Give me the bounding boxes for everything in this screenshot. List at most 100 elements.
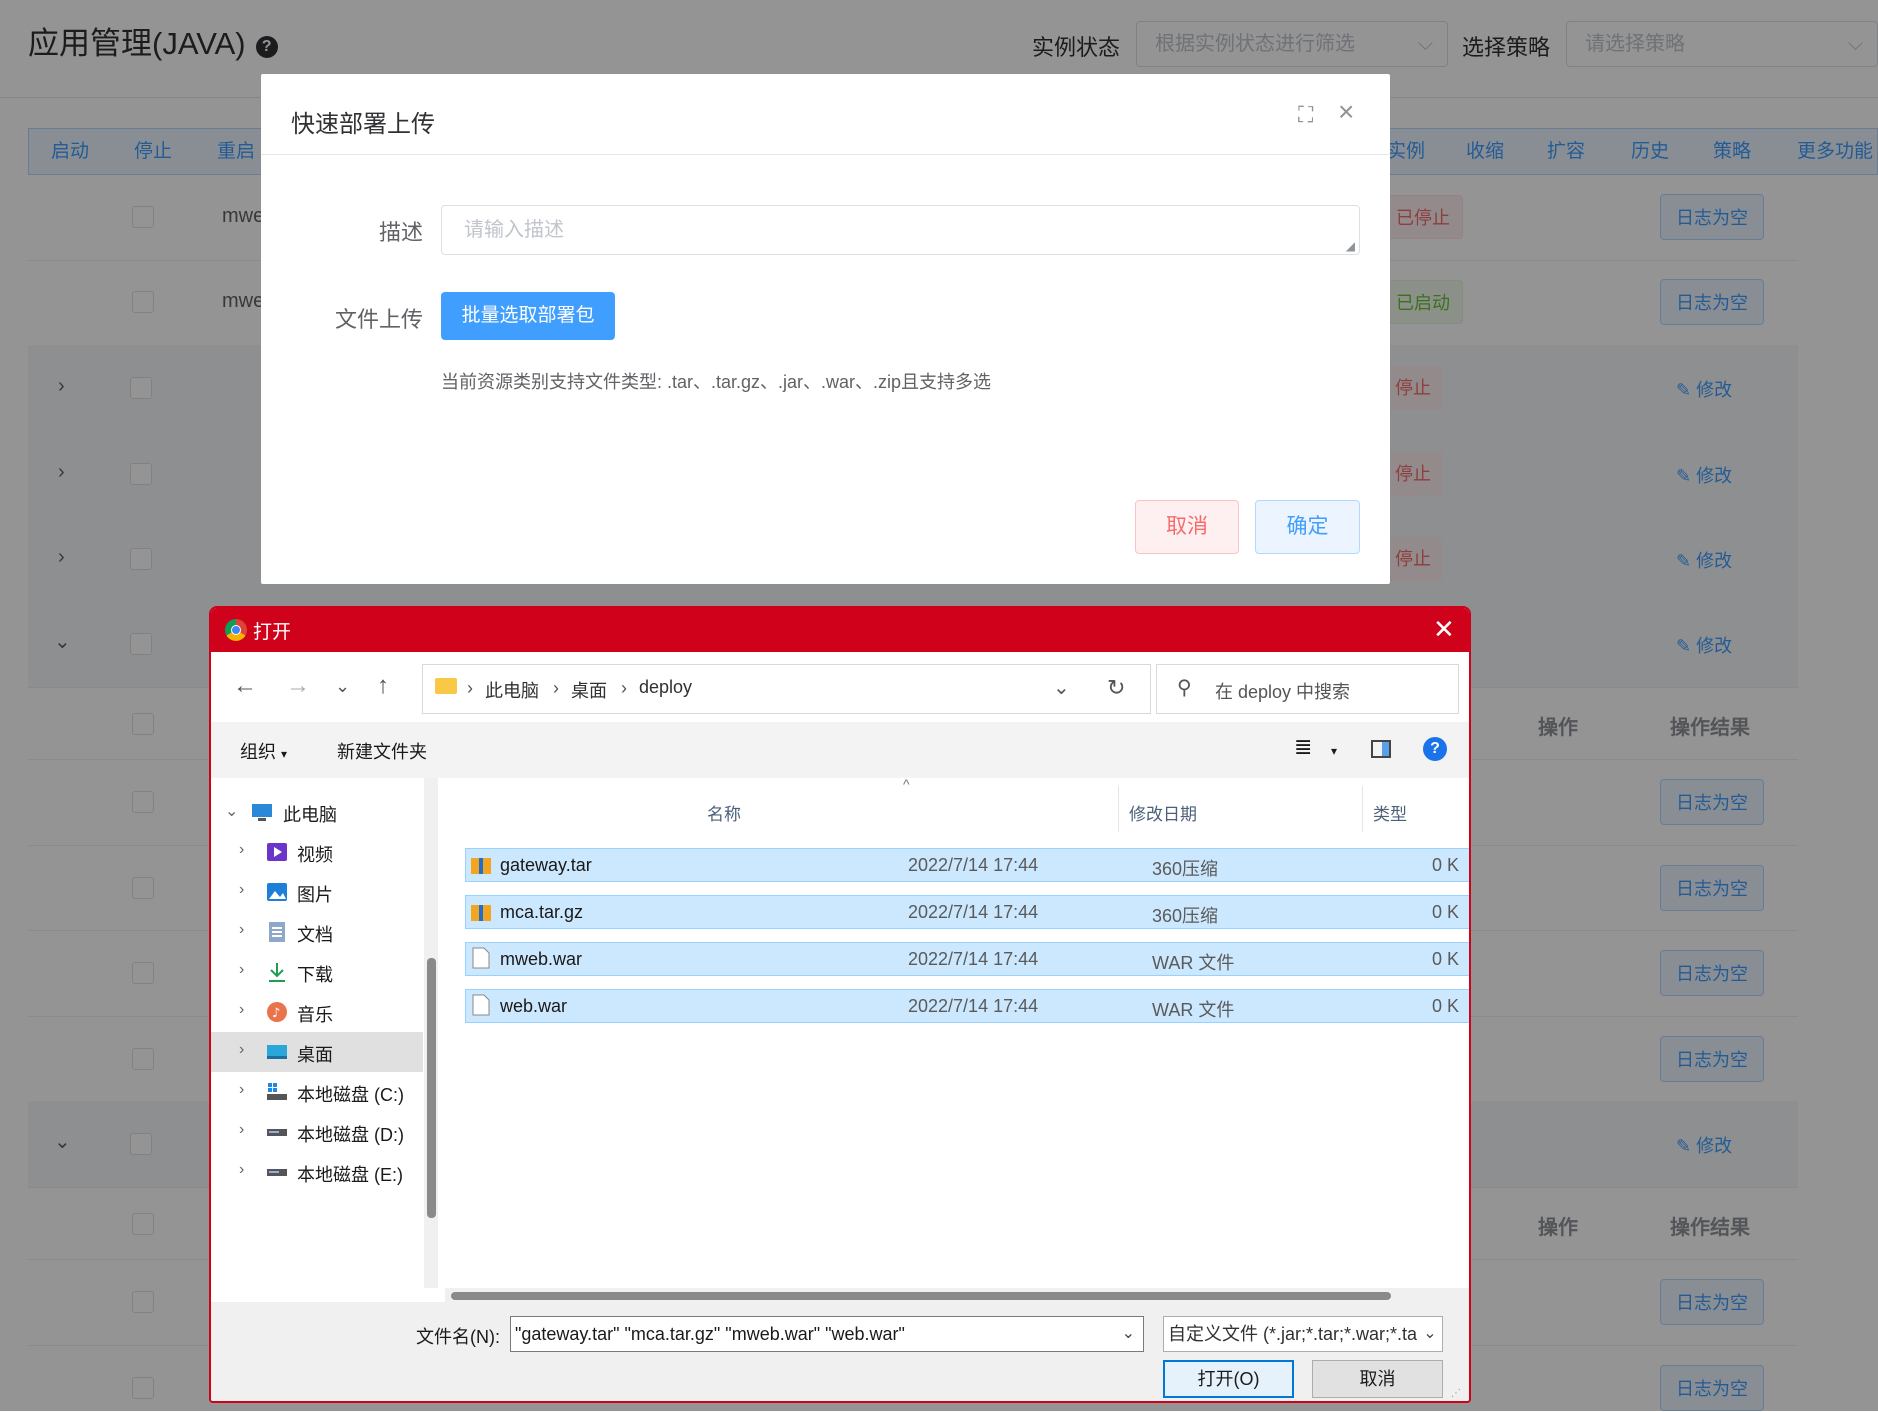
disk-icon <box>266 1161 288 1183</box>
caret-down-icon[interactable]: ▾ <box>1331 744 1337 758</box>
command-bar: 组织 ▾ 新建文件夹 ≣ ▾ ? <box>211 722 1469 778</box>
archive-icon <box>470 854 492 881</box>
chevron-right-icon[interactable]: › <box>239 1001 244 1019</box>
address-bar[interactable]: › 此电脑 › 桌面 › deploy ⌄ ↻ <box>422 664 1151 714</box>
column-date[interactable]: 修改日期 <box>1129 800 1197 825</box>
file-list: ^ 名称 修改日期 类型 大小 gateway.tar 2022/7/14 17… <box>445 776 1469 1288</box>
chevron-down-icon[interactable]: ⌄ <box>225 801 238 821</box>
search-box[interactable]: ⚲ 在 deploy 中搜索 <box>1156 664 1459 714</box>
file-dialog-titlebar: 打开 ✕ <box>211 608 1469 652</box>
upload-dialog: 快速部署上传 ⛶ × 描述 请输入描述 ◢ 文件上传 批量选取部署包 当前资源类… <box>261 74 1390 584</box>
open-button[interactable]: 打开(O) <box>1163 1360 1294 1398</box>
tree-item-video[interactable]: › 视频 <box>211 832 423 872</box>
disk-icon <box>266 1121 288 1143</box>
chevron-right-icon[interactable]: › <box>239 881 244 899</box>
file-row[interactable]: mweb.war 2022/7/14 17:44 WAR 文件 0 K <box>465 942 1469 976</box>
file-upload-label: 文件上传 <box>334 307 423 332</box>
caret-down-icon: ▾ <box>281 747 288 761</box>
tree-item-pictures[interactable]: › 图片 <box>211 872 423 912</box>
fullscreen-icon[interactable]: ⛶ <box>1298 102 1313 128</box>
document-icon <box>266 921 288 943</box>
column-divider[interactable] <box>1118 786 1119 832</box>
chevron-right-icon[interactable]: › <box>239 1121 244 1139</box>
video-icon <box>266 841 288 863</box>
cancel-button[interactable]: 取消 <box>1135 500 1239 554</box>
chrome-icon <box>225 619 247 641</box>
download-icon <box>266 961 288 983</box>
tree-item-downloads[interactable]: › 下载 <box>211 952 423 992</box>
select-packages-button[interactable]: 批量选取部署包 <box>441 292 615 340</box>
column-divider[interactable] <box>1362 786 1363 832</box>
chevron-right-icon[interactable]: › <box>239 1081 244 1099</box>
chevron-right-icon[interactable]: › <box>239 1161 244 1179</box>
file-dialog-cancel-button[interactable]: 取消 <box>1312 1360 1443 1398</box>
tree-item-disk-c[interactable]: › 本地磁盘 (C:) <box>211 1072 423 1112</box>
chevron-right-icon[interactable]: › <box>239 961 244 979</box>
address-dropdown-icon[interactable]: ⌄ <box>1053 675 1070 700</box>
recent-dropdown-icon[interactable]: ⌄ <box>335 676 350 697</box>
column-type[interactable]: 类型 <box>1373 800 1407 825</box>
file-type-select[interactable]: 自定义文件 (*.jar;*.tar;*.war;*.tar.gz) ⌄ <box>1163 1316 1443 1352</box>
file-list-scrollbar[interactable] <box>451 1292 1391 1300</box>
file-icon <box>472 947 490 974</box>
organize-button[interactable]: 组织 ▾ <box>240 738 287 764</box>
desc-label: 描述 <box>378 220 423 245</box>
chevron-down-icon[interactable]: ⌄ <box>1418 1317 1442 1351</box>
forward-arrow-icon[interactable]: → <box>286 672 310 700</box>
file-open-dialog: 打开 ✕ ← → ⌄ ↑ › 此电脑 › 桌面 › deploy ⌄ ↻ ⚲ 在… <box>209 606 1471 1403</box>
tree-item-desktop[interactable]: › 桌面 <box>211 1032 423 1072</box>
chevron-right-icon[interactable]: › <box>239 841 244 859</box>
search-input[interactable]: 在 deploy 中搜索 <box>1215 678 1350 704</box>
desktop-icon <box>266 1041 288 1063</box>
computer-icon <box>251 801 273 823</box>
breadcrumb-separator: › <box>621 678 627 698</box>
chevron-right-icon[interactable]: › <box>239 1041 244 1059</box>
search-icon: ⚲ <box>1177 677 1192 699</box>
desc-input[interactable]: 请输入描述 ◢ <box>441 205 1360 255</box>
confirm-button[interactable]: 确定 <box>1255 500 1360 554</box>
breadcrumb-item[interactable]: 此电脑 <box>485 677 539 703</box>
upload-hint: 当前资源类别支持文件类型: .tar、.tar.gz、.jar、.war、.zi… <box>441 372 992 392</box>
tree-item-music[interactable]: › ♪ 音乐 <box>211 992 423 1032</box>
filename-label: 文件名(N): <box>416 1327 500 1347</box>
chevron-down-icon[interactable]: ⌄ <box>1122 1317 1135 1351</box>
music-icon: ♪ <box>266 1001 288 1023</box>
breadcrumb-item[interactable]: 桌面 <box>571 677 607 703</box>
disk-c-icon <box>266 1081 288 1103</box>
resize-handle-icon[interactable]: ◢ <box>1346 240 1355 252</box>
navigation-bar: ← → ⌄ ↑ › 此电脑 › 桌面 › deploy ⌄ ↻ ⚲ 在 depl… <box>211 652 1469 722</box>
file-dialog-title: 打开 <box>253 622 292 643</box>
svg-text:♪: ♪ <box>272 1006 280 1021</box>
resize-grip-icon[interactable]: ⋰ <box>1451 1388 1461 1399</box>
new-folder-button[interactable]: 新建文件夹 <box>337 738 427 764</box>
tree-item-documents[interactable]: › 文档 <box>211 912 423 952</box>
archive-icon <box>470 901 492 928</box>
dialog-title: 快速部署上传 <box>291 111 435 138</box>
file-icon <box>472 994 490 1021</box>
file-row[interactable]: mca.tar.gz 2022/7/14 17:44 360压缩 0 K <box>465 895 1469 929</box>
help-icon[interactable]: ? <box>1423 737 1447 761</box>
column-name[interactable]: 名称 <box>707 800 741 825</box>
file-row[interactable]: gateway.tar 2022/7/14 17:44 360压缩 0 K <box>465 848 1469 882</box>
up-arrow-icon[interactable]: ↑ <box>377 672 389 700</box>
breadcrumb-separator: › <box>467 678 473 698</box>
tree-scrollbar[interactable] <box>427 958 436 1218</box>
picture-icon <box>266 881 288 903</box>
close-icon[interactable]: × <box>1338 96 1354 128</box>
close-icon[interactable]: ✕ <box>1433 614 1455 645</box>
folder-icon <box>435 678 457 694</box>
chevron-right-icon[interactable]: › <box>239 921 244 939</box>
preview-pane-icon[interactable] <box>1371 740 1391 758</box>
back-arrow-icon[interactable]: ← <box>233 672 257 700</box>
dialog-divider <box>261 154 1390 155</box>
tree-item-this-pc[interactable]: ⌄ 此电脑 <box>211 792 423 832</box>
view-list-icon[interactable]: ≣ <box>1294 734 1312 760</box>
file-row[interactable]: web.war 2022/7/14 17:44 WAR 文件 0 K <box>465 989 1469 1023</box>
breadcrumb-item[interactable]: deploy <box>639 677 692 698</box>
tree-item-disk-e[interactable]: › 本地磁盘 (E:) <box>211 1152 423 1192</box>
navigation-tree: ⌄ 此电脑 › 视频 › 图片 › 文档 › 下载 › ♪ 音乐 › 桌面 › … <box>211 778 423 1288</box>
sort-arrow-icon: ^ <box>903 776 910 792</box>
filename-input[interactable]: "gateway.tar" "mca.tar.gz" "mweb.war" "w… <box>510 1316 1144 1352</box>
tree-item-disk-d[interactable]: › 本地磁盘 (D:) <box>211 1112 423 1152</box>
refresh-icon[interactable]: ↻ <box>1107 675 1125 701</box>
